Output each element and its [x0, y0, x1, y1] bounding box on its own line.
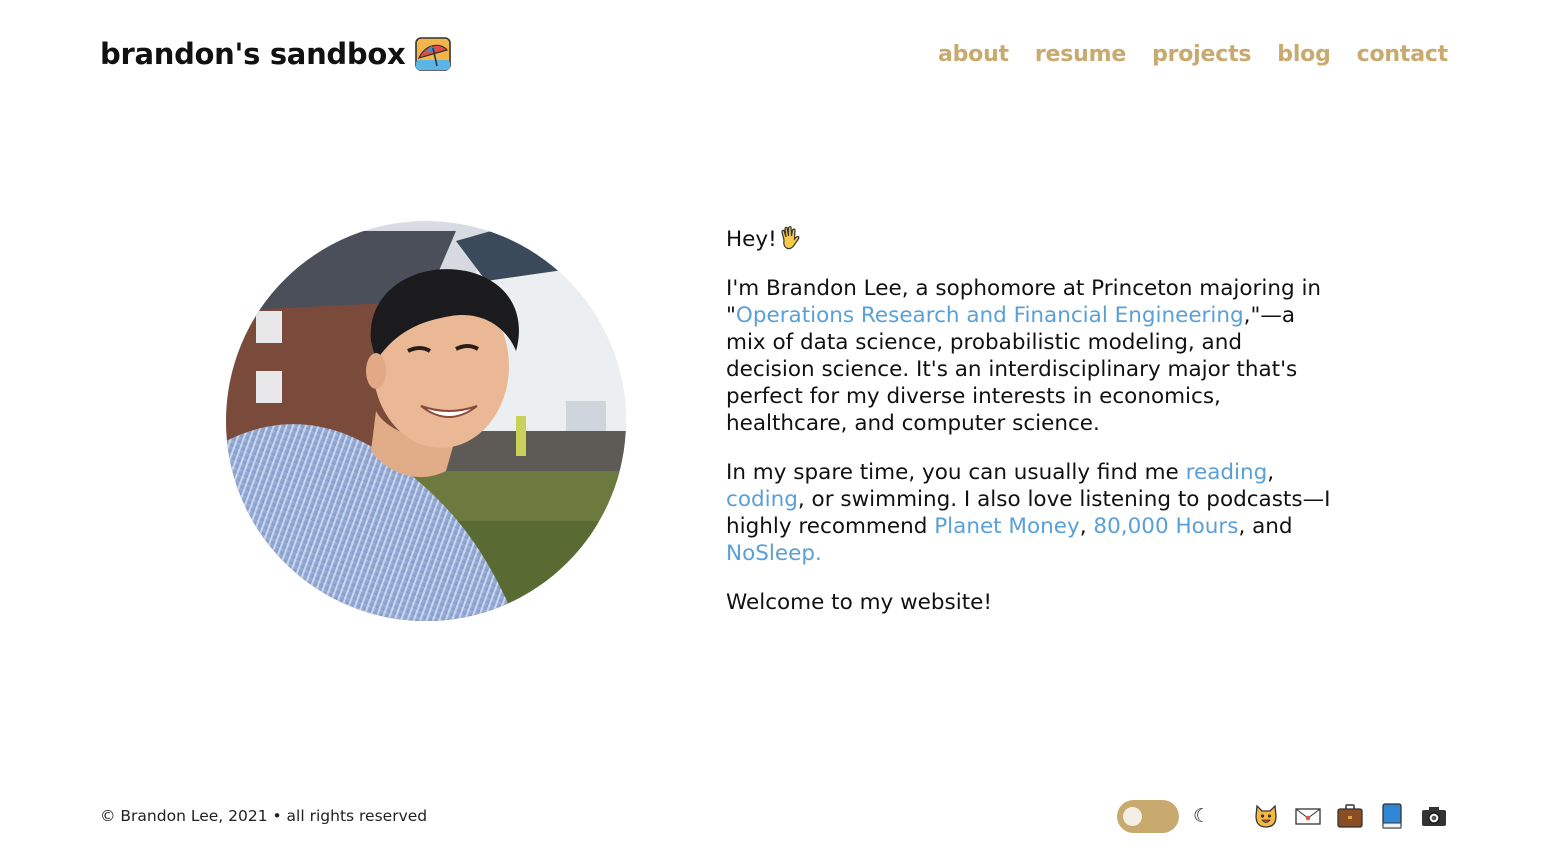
- nav-resume[interactable]: resume: [1035, 42, 1126, 67]
- copyright-text: © Brandon Lee, 2021 • all rights reserve…: [100, 807, 428, 825]
- dark-mode-toggle[interactable]: [1116, 799, 1179, 833]
- hobbies-text-4: ,: [1079, 514, 1094, 539]
- hobbies-text-1: In my spare time, you can usually find m…: [726, 460, 1186, 485]
- intro-paragraph: I'm Brandon Lee, a sophomore at Princeto…: [726, 275, 1336, 437]
- beach-umbrella-icon: [415, 36, 452, 72]
- reading-link[interactable]: reading: [1186, 460, 1268, 485]
- nav-blog[interactable]: blog: [1277, 42, 1331, 67]
- camera-icon[interactable]: [1420, 802, 1448, 830]
- orfe-link[interactable]: Operations Research and Financial Engine…: [736, 303, 1244, 328]
- toggle-knob: [1122, 806, 1142, 826]
- greeting-text: Hey!: [726, 227, 777, 252]
- nav-contact[interactable]: contact: [1357, 42, 1449, 67]
- nav-about[interactable]: about: [938, 42, 1009, 67]
- planet-money-link[interactable]: Planet Money: [934, 514, 1080, 539]
- greeting-paragraph: Hey!: [726, 225, 1336, 253]
- nosleep-link[interactable]: NoSleep.: [726, 541, 822, 566]
- brand-link[interactable]: brandon's sandbox: [100, 36, 452, 72]
- book-icon[interactable]: [1378, 802, 1406, 830]
- main-nav: about resume projects blog contact: [938, 42, 1448, 67]
- briefcase-icon[interactable]: [1336, 802, 1364, 830]
- hobbies-paragraph: In my spare time, you can usually find m…: [726, 459, 1336, 567]
- profile-photo: [226, 221, 626, 621]
- social-links: [1252, 802, 1448, 830]
- brand-title: brandon's sandbox: [100, 37, 406, 71]
- site-footer: © Brandon Lee, 2021 • all rights reserve…: [100, 798, 1448, 834]
- waving-hand-icon: [777, 225, 803, 251]
- nav-projects[interactable]: projects: [1152, 42, 1251, 67]
- bio-section: Hey! I'm Brandon Lee, a sophomore at Pri…: [726, 225, 1336, 638]
- page: brandon's sandbox about resume projects …: [0, 0, 1566, 856]
- hobbies-text-5: , and: [1238, 514, 1293, 539]
- 80000-hours-link[interactable]: 80,000 Hours: [1093, 514, 1238, 539]
- site-header: brandon's sandbox about resume projects …: [100, 32, 1448, 76]
- github-cat-icon[interactable]: [1252, 802, 1280, 830]
- email-envelope-icon[interactable]: [1294, 802, 1322, 830]
- footer-controls: ☾: [1116, 799, 1448, 833]
- welcome-paragraph: Welcome to my website!: [726, 590, 993, 615]
- coding-link[interactable]: coding: [726, 487, 798, 512]
- hobbies-text-2: ,: [1267, 460, 1275, 485]
- moon-icon: ☾: [1192, 805, 1210, 827]
